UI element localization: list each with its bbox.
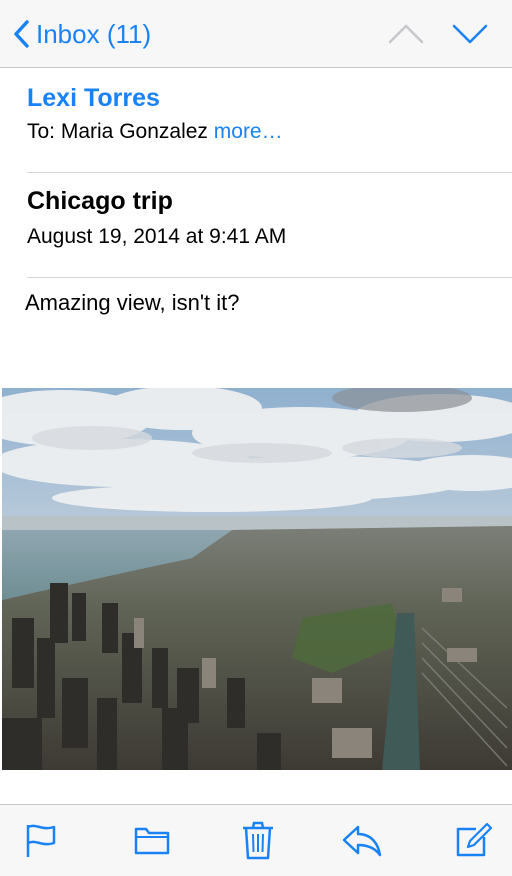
back-to-inbox-button[interactable]: Inbox (11) [12,14,151,54]
chevron-left-icon [12,19,30,49]
message-subject: Chicago trip [27,187,173,215]
trash-icon [238,819,278,861]
bottom-toolbar [0,804,512,876]
trash-button[interactable] [238,819,278,861]
flag-button[interactable] [22,819,62,861]
compose-icon [454,819,494,861]
header-divider [27,172,512,173]
navigation-bar: Inbox (11) [0,0,512,68]
reply-icon [340,819,382,861]
chevron-up-icon [386,24,426,54]
back-label: Inbox (11) [36,18,152,49]
compose-button[interactable] [454,819,494,861]
more-recipients-link[interactable]: more… [214,120,283,143]
next-message-button[interactable] [450,18,490,50]
sender-name[interactable]: Lexi Torres [27,84,160,113]
subject-divider [27,277,512,278]
photo-attachment[interactable] [2,388,512,770]
flag-icon [22,819,62,861]
message-body: Amazing view, isn't it? [25,290,240,315]
chevron-down-icon [450,24,490,54]
recipient-text: To: Maria Gonzalez [27,120,208,143]
move-to-folder-button[interactable] [132,819,172,861]
reply-button[interactable] [340,819,382,861]
previous-message-button[interactable] [386,18,426,50]
folder-icon [132,819,172,861]
message-date: August 19, 2014 at 9:41 AM [27,225,287,248]
recipient-line: To: Maria Gonzalez more… [27,120,283,144]
